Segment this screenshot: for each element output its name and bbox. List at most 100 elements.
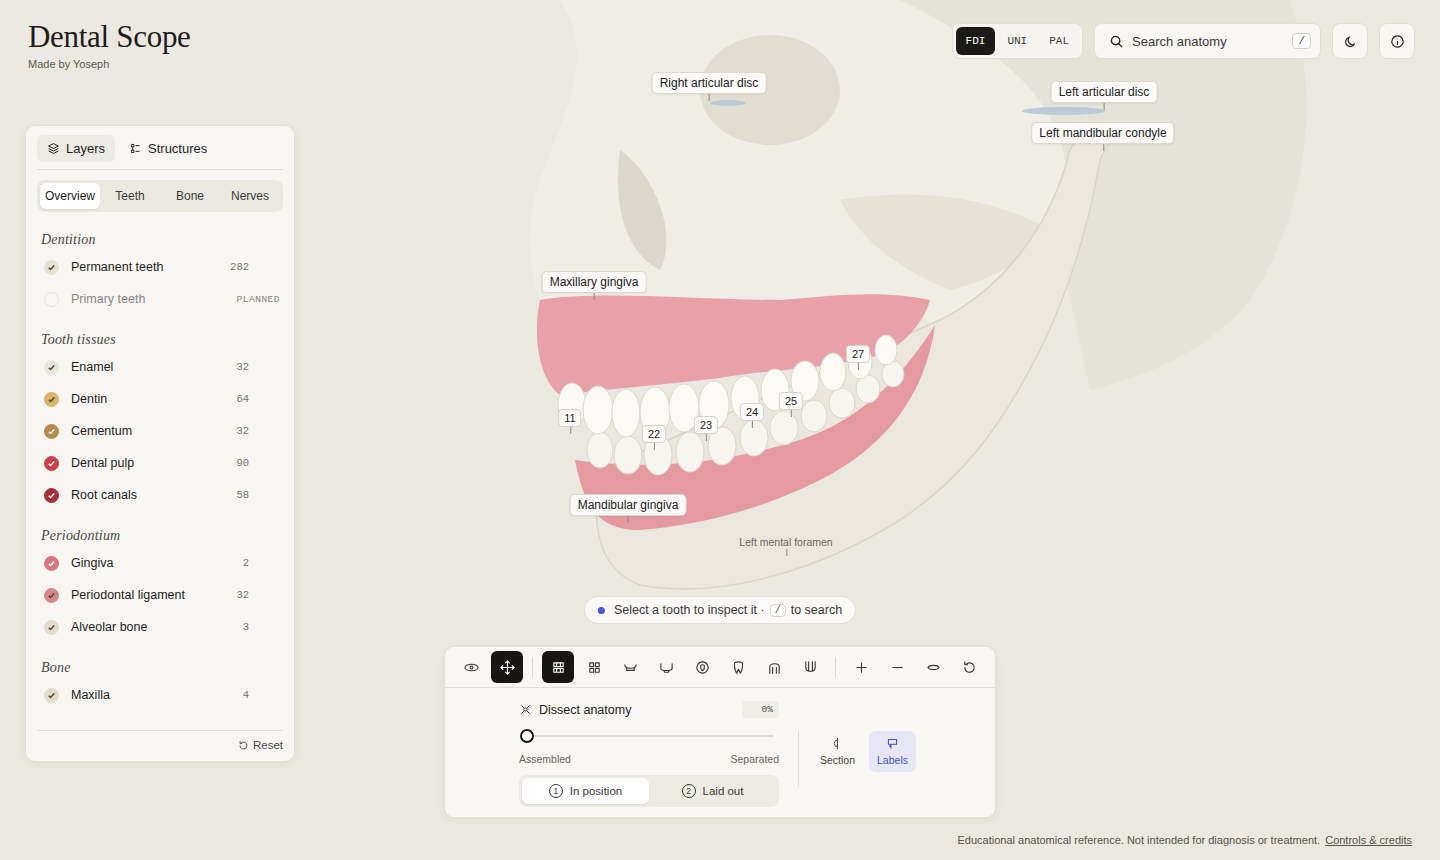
numbering-switch: FDIUNIPAL — [952, 23, 1083, 59]
check-icon — [46, 558, 57, 569]
layer-row[interactable]: Gingiva 2 — [37, 547, 283, 579]
filter-tab[interactable]: Teeth — [100, 183, 160, 209]
mode-option[interactable]: 2Laid out — [649, 778, 776, 804]
tool-button[interactable] — [722, 651, 754, 683]
upper-tooth[interactable] — [558, 383, 586, 427]
lower-tooth[interactable] — [740, 420, 768, 456]
numbering-option[interactable]: PAL — [1039, 27, 1079, 55]
right-articular-disc[interactable] — [710, 100, 746, 106]
layer-name: Enamel — [71, 360, 236, 374]
anatomy-label[interactable]: Left articular disc — [1051, 81, 1158, 103]
slider-knob[interactable] — [520, 729, 534, 743]
theme-button[interactable] — [1332, 23, 1368, 59]
layer-checkbox[interactable] — [44, 588, 59, 603]
view-toggle[interactable]: Section — [812, 731, 863, 772]
dissect-slider[interactable] — [527, 735, 773, 737]
tool-button[interactable] — [794, 651, 826, 683]
mode-option[interactable]: 1In position — [522, 778, 649, 804]
dissect-icon — [519, 703, 532, 716]
layer-checkbox[interactable] — [44, 456, 59, 471]
anatomy-label[interactable]: Left mental foramen — [739, 536, 832, 548]
layer-row[interactable]: Alveolar bone 3 — [37, 611, 283, 643]
layer-row[interactable]: Primary teeth PLANNED — [37, 283, 283, 315]
search-icon — [1109, 34, 1124, 49]
layer-name: Primary teeth — [71, 292, 237, 306]
layer-row[interactable]: Root canals 58 — [37, 479, 283, 511]
tool-button[interactable] — [650, 651, 682, 683]
search-placeholder: Search anatomy — [1132, 34, 1284, 49]
panel-tab[interactable]: Structures — [119, 135, 217, 162]
upper-tooth[interactable] — [820, 353, 846, 391]
anatomy-label[interactable]: Maxillary gingiva — [542, 271, 647, 293]
tooth-tag[interactable]: 27 — [846, 345, 870, 363]
layer-checkbox[interactable] — [44, 392, 59, 407]
tool-button[interactable] — [455, 651, 487, 683]
anatomy-label[interactable]: Left mandibular condyle — [1031, 122, 1174, 144]
anatomy-label[interactable]: Mandibular gingiva — [570, 494, 687, 516]
tool-button[interactable] — [578, 651, 610, 683]
lower-tooth[interactable] — [829, 388, 855, 418]
layer-checkbox[interactable] — [44, 292, 59, 307]
left-articular-disc[interactable] — [1022, 107, 1106, 115]
check-icon — [46, 690, 57, 701]
layer-row[interactable]: Periodontal ligament 32 — [37, 579, 283, 611]
tool-button[interactable] — [758, 651, 790, 683]
check-icon — [46, 262, 57, 273]
orbit-icon — [464, 660, 479, 675]
filter-tab[interactable]: Overview — [40, 183, 100, 209]
tool-button[interactable] — [881, 651, 913, 683]
panel-tab[interactable]: Layers — [37, 135, 115, 162]
credits-link[interactable]: Controls & credits — [1325, 834, 1412, 846]
layer-row[interactable]: Enamel 32 — [37, 351, 283, 383]
tooth-tag[interactable]: 11 — [558, 409, 581, 427]
lower-tooth[interactable] — [770, 411, 798, 445]
reset-button[interactable]: Reset — [238, 739, 283, 751]
filter-tab[interactable]: Bone — [160, 183, 220, 209]
lower-tooth[interactable] — [676, 432, 704, 472]
leader-line — [706, 434, 707, 441]
anatomy-label[interactable]: Right articular disc — [652, 72, 767, 94]
layer-checkbox[interactable] — [44, 360, 59, 375]
view-toggle[interactable]: Labels — [869, 731, 916, 772]
toolbar-divider — [798, 731, 799, 787]
leader-line — [1104, 103, 1105, 110]
lower-tooth[interactable] — [801, 400, 827, 432]
tool-button[interactable] — [614, 651, 646, 683]
search-field[interactable]: Search anatomy / — [1094, 23, 1321, 59]
layer-row[interactable]: Cementum 32 — [37, 415, 283, 447]
layer-checkbox[interactable] — [44, 424, 59, 439]
tool-button[interactable] — [917, 651, 949, 683]
lower-tooth[interactable] — [614, 436, 642, 474]
layer-checkbox[interactable] — [44, 620, 59, 635]
layer-row[interactable]: Dentin 64 — [37, 383, 283, 415]
layer-row[interactable]: Permanent teeth 282 — [37, 251, 283, 283]
tooth-tag[interactable]: 24 — [740, 403, 764, 421]
layer-row[interactable]: Maxilla 4 — [37, 679, 283, 711]
lower-tooth[interactable] — [587, 432, 613, 468]
check-icon — [46, 458, 57, 469]
leader-line — [752, 421, 753, 428]
upper-jaw-icon — [623, 660, 638, 675]
layer-checkbox[interactable] — [44, 488, 59, 503]
tool-button[interactable] — [845, 651, 877, 683]
layer-checkbox[interactable] — [44, 556, 59, 571]
numbering-option[interactable]: UNI — [997, 27, 1037, 55]
tool-button[interactable] — [686, 651, 718, 683]
tool-button[interactable] — [953, 651, 985, 683]
filter-tab[interactable]: Nerves — [220, 183, 280, 209]
leader-line — [628, 516, 629, 523]
upper-tooth[interactable] — [875, 335, 897, 365]
tooth-tag[interactable]: 23 — [694, 416, 718, 434]
tooth-tag[interactable]: 25 — [779, 392, 803, 410]
tooth-tag[interactable]: 22 — [642, 425, 666, 443]
upper-tooth[interactable] — [583, 386, 613, 434]
layer-checkbox[interactable] — [44, 260, 59, 275]
layer-checkbox[interactable] — [44, 688, 59, 703]
tool-button[interactable] — [491, 651, 523, 683]
numbering-option[interactable]: FDI — [956, 27, 996, 55]
info-button[interactable] — [1379, 23, 1415, 59]
upper-tooth[interactable] — [612, 389, 640, 437]
layer-count: 64 — [236, 393, 249, 405]
layer-row[interactable]: Dental pulp 90 — [37, 447, 283, 479]
tool-button[interactable] — [542, 651, 574, 683]
